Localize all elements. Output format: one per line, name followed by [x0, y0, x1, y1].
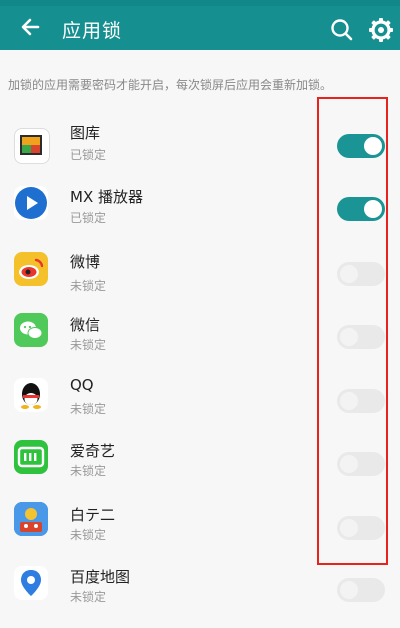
- app-name: 爱奇艺: [70, 442, 116, 460]
- mx-player-icon: [14, 186, 48, 220]
- lock-toggle-qq[interactable]: [337, 389, 385, 413]
- app-row-wechat: 微信 未锁定: [0, 308, 400, 372]
- app-row-mx-player: MX 播放器 已锁定: [0, 178, 400, 242]
- app-name: 图库: [70, 124, 101, 142]
- back-button[interactable]: [18, 12, 48, 42]
- lock-toggle-gallery[interactable]: [337, 134, 385, 158]
- lock-status: 未锁定: [70, 464, 107, 478]
- lock-status: 已锁定: [70, 148, 107, 162]
- app-bar: 应用锁: [0, 6, 400, 50]
- lock-status: 未锁定: [70, 590, 107, 604]
- app-row-qq: QQ 未锁定: [0, 372, 400, 436]
- app-row-game: 白テ二 未锁定: [0, 500, 400, 564]
- search-button[interactable]: [328, 16, 356, 44]
- lock-toggle-baidu-map[interactable]: [337, 578, 385, 602]
- lock-toggle-wechat[interactable]: [337, 325, 385, 349]
- game-icon: [14, 502, 48, 536]
- lock-description: 加锁的应用需要密码才能开启，每次锁屏后应用会重新加锁。: [8, 78, 333, 92]
- lock-toggle-game[interactable]: [337, 516, 385, 540]
- search-icon: [331, 19, 353, 41]
- app-row-gallery: 图库 已锁定: [0, 114, 400, 178]
- app-name: 微信: [70, 316, 101, 334]
- lock-status: 未锁定: [70, 338, 107, 352]
- app-row-weibo: 微博 未锁定: [0, 244, 400, 308]
- iqiyi-icon: [14, 440, 48, 474]
- app-row-iqiyi: 爱奇艺 未锁定: [0, 436, 400, 500]
- gallery-icon: [14, 128, 50, 164]
- qq-icon: [14, 378, 48, 412]
- app-name: 微博: [70, 253, 101, 271]
- baidu-map-icon: [14, 566, 48, 600]
- settings-button[interactable]: [367, 16, 395, 44]
- page-title: 应用锁: [62, 20, 123, 42]
- lock-toggle-iqiyi[interactable]: [337, 452, 385, 476]
- app-name: MX 播放器: [70, 188, 143, 206]
- back-arrow-icon: [21, 18, 40, 36]
- app-row-baidu-map: 百度地图 未锁定: [0, 564, 400, 628]
- lock-status: 未锁定: [70, 528, 107, 542]
- lock-status: 未锁定: [70, 279, 107, 293]
- weibo-icon: [14, 252, 48, 286]
- lock-toggle-weibo[interactable]: [337, 262, 385, 286]
- lock-toggle-mx-player[interactable]: [337, 197, 385, 221]
- app-name: 白テ二: [70, 506, 116, 524]
- app-name: 百度地图: [70, 568, 131, 586]
- lock-status: 已锁定: [70, 211, 107, 225]
- lock-status: 未锁定: [70, 402, 107, 416]
- wechat-icon: [14, 313, 48, 347]
- app-name: QQ: [70, 376, 94, 394]
- gear-icon: [369, 18, 393, 42]
